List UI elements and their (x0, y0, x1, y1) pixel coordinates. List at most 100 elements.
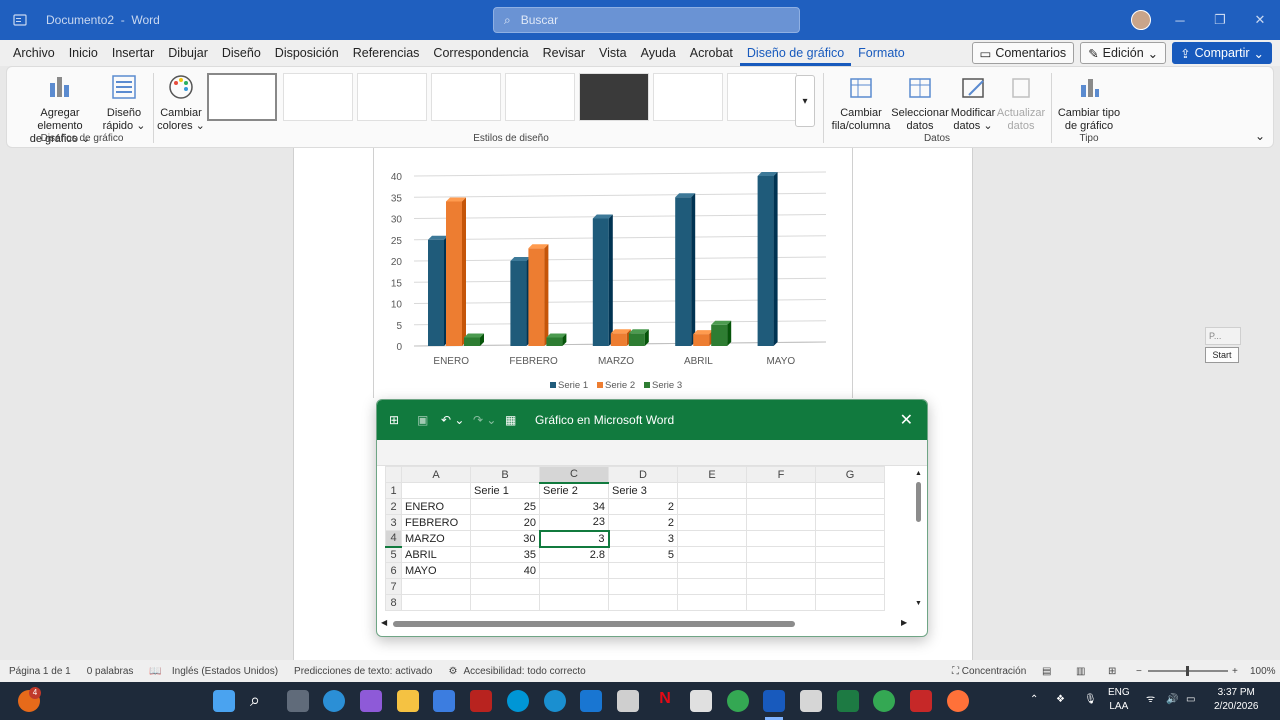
cell[interactable]: 2 (608, 514, 678, 531)
cell[interactable]: Serie 1 (470, 482, 540, 499)
x-tick-label[interactable]: ABRIL (684, 356, 713, 367)
row-header[interactable]: 6 (385, 562, 402, 579)
scroll-left-icon[interactable]: ◀ (381, 618, 387, 627)
netflix-icon[interactable]: N (654, 690, 676, 712)
chart-style-8[interactable] (727, 73, 797, 121)
snipping-tool-icon[interactable] (617, 690, 639, 712)
y-tick-label[interactable]: 15 (391, 278, 403, 289)
tab-referencias[interactable]: Referencias (346, 40, 427, 66)
chart-style-7[interactable] (653, 73, 723, 121)
cell[interactable] (746, 530, 816, 547)
change-chart-type-button[interactable]: Cambiar tipo de gráfico (1055, 71, 1123, 133)
bar-serie-1-mayo[interactable] (757, 176, 774, 346)
cell[interactable] (539, 594, 609, 611)
bar-serie-1-enero[interactable] (428, 239, 444, 346)
column-header-a[interactable]: A (401, 466, 471, 483)
redo-icon[interactable]: ↷ ⌄ (473, 413, 496, 427)
bar-side-face[interactable] (773, 172, 778, 346)
cell[interactable] (677, 530, 747, 547)
comments-button[interactable]: ▭ Comentarios (971, 42, 1075, 64)
bar-serie-2-abril[interactable] (693, 334, 710, 346)
select-data-button[interactable]: Seleccionar datos (891, 71, 949, 133)
cell[interactable] (815, 498, 885, 515)
y-tick-label[interactable]: 10 (391, 300, 403, 311)
row-header[interactable]: 4 (385, 530, 402, 548)
web-layout-icon[interactable]: ⊞ (1108, 666, 1116, 677)
chrome-icon[interactable] (727, 690, 749, 712)
mcafee-icon[interactable] (470, 690, 492, 712)
cell[interactable]: MAYO (401, 562, 471, 579)
proofing-icon[interactable]: 📖 (149, 666, 161, 677)
cell[interactable] (815, 562, 885, 579)
share-button[interactable]: ⇪ Compartir ⌄ (1172, 42, 1272, 64)
bar-serie-2-enero[interactable] (446, 201, 462, 347)
editing-mode-button[interactable]: ✎ Edición ⌄ (1080, 42, 1167, 64)
zoom-slider-thumb[interactable] (1186, 666, 1189, 676)
scroll-down-icon[interactable]: ▼ (915, 600, 922, 607)
vertical-scrollbar[interactable]: ▲ ▼ (915, 470, 923, 610)
task-view-icon[interactable] (287, 690, 309, 712)
cell[interactable]: 2 (608, 498, 678, 515)
cell[interactable] (815, 482, 885, 499)
tab-acrobat[interactable]: Acrobat (683, 40, 740, 66)
bar-serie-3-enero[interactable] (464, 337, 480, 347)
bar-side-face[interactable] (544, 244, 549, 346)
file-explorer-icon[interactable] (397, 690, 419, 712)
chart-style-4[interactable] (431, 73, 501, 121)
cell[interactable] (677, 546, 747, 563)
start-button[interactable]: Start (1205, 347, 1239, 363)
zoom-out-icon[interactable]: − (1136, 666, 1142, 677)
bar-side-face[interactable] (727, 320, 732, 346)
row-header[interactable]: 5 (385, 546, 402, 563)
read-mode-icon[interactable]: ▤ (1042, 666, 1051, 677)
horizontal-scrollbar[interactable]: ◀ ▶ (381, 618, 911, 630)
edge-icon[interactable] (323, 690, 345, 712)
bar-side-face[interactable] (691, 193, 696, 346)
cell[interactable]: 3 (608, 530, 678, 547)
tab-dibujar[interactable]: Dibujar (161, 40, 215, 66)
bar-serie-3-marzo[interactable] (628, 333, 645, 346)
page-count[interactable]: Página 1 de 1 (9, 666, 71, 677)
excel-taskbar-icon[interactable] (837, 690, 859, 712)
legend-swatch[interactable] (644, 382, 650, 388)
zoom-in-icon[interactable]: + (1232, 666, 1238, 677)
volume-icon[interactable]: 🔊 (1166, 693, 1178, 707)
cell[interactable] (677, 594, 747, 611)
cell[interactable] (677, 562, 747, 579)
tab-revisar[interactable]: Revisar (536, 40, 592, 66)
y-tick-label[interactable]: 40 (391, 172, 403, 183)
outlook-icon[interactable] (580, 690, 602, 712)
cell[interactable] (401, 482, 471, 499)
tab-archivo[interactable]: Archivo (6, 40, 62, 66)
bar-serie-3-febrero[interactable] (546, 337, 563, 347)
language-indicator[interactable]: ENG LAA (1108, 686, 1130, 714)
cell[interactable]: MARZO (401, 530, 471, 547)
search-input[interactable]: ⌕ Buscar (493, 7, 800, 33)
show-hidden-icons[interactable]: ⌃ (1030, 693, 1038, 707)
cell[interactable]: 3 (538, 529, 610, 548)
horizontal-scroll-thumb[interactable] (393, 621, 795, 627)
cell[interactable] (746, 482, 816, 499)
chart-canvas[interactable]: 0 5 10 15 20 25 30 35 40 ENERO FEBRERO MARZO ABRIL MA… (374, 148, 854, 398)
search-icon[interactable]: ⌕ (250, 690, 272, 712)
tab-insertar[interactable]: Insertar (105, 40, 161, 66)
bar-serie-3-abril[interactable] (711, 324, 728, 346)
chart-style-2[interactable] (283, 73, 353, 121)
tab-disposicion[interactable]: Disposición (268, 40, 346, 66)
dropbox-icon[interactable]: ❖ (1056, 693, 1065, 707)
word-app-icon[interactable] (0, 13, 40, 27)
cell[interactable]: 34 (539, 498, 609, 515)
minimize-button[interactable]: ─ (1160, 0, 1200, 40)
cell[interactable] (677, 482, 747, 499)
row-header[interactable]: 7 (385, 578, 402, 595)
windows-start-icon[interactable] (213, 690, 235, 712)
bar-serie-1-abril[interactable] (675, 197, 692, 346)
y-tick-label[interactable]: 20 (391, 257, 403, 268)
hp-icon[interactable] (507, 690, 529, 712)
legend-label[interactable]: Serie 3 (652, 380, 682, 391)
quick-layout-button[interactable]: Diseño rápido ⌄ (101, 71, 147, 133)
store-icon[interactable] (433, 690, 455, 712)
chart-style-1[interactable] (207, 73, 277, 121)
cell[interactable]: ABRIL (401, 546, 471, 563)
cell[interactable] (401, 578, 471, 595)
